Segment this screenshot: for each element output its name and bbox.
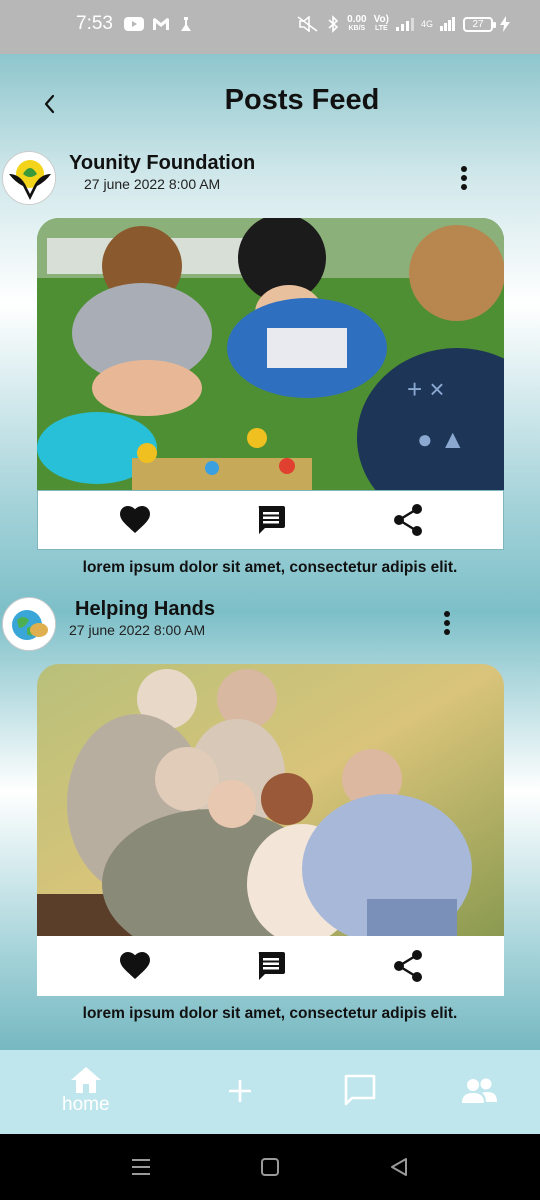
people-icon: [462, 1078, 497, 1103]
network-type: 4G: [420, 19, 433, 29]
gmail-icon: [153, 18, 169, 30]
chat-icon: [344, 1074, 376, 1106]
status-time: 7:53: [76, 13, 113, 34]
like-button[interactable]: [120, 506, 150, 534]
mute-icon: [297, 16, 318, 32]
post-actions-bar: [37, 490, 504, 550]
system-navigation-bar: [0, 1134, 540, 1200]
notification-app-icon: [181, 17, 191, 31]
post-image[interactable]: + × ● ▲: [37, 218, 504, 490]
back-system-button[interactable]: [389, 1157, 409, 1177]
youtube-icon: [124, 17, 144, 31]
more-vertical-icon: [444, 611, 450, 617]
speed-unit: KB/S: [348, 25, 366, 32]
heart-icon: [120, 506, 150, 533]
page-title: Posts Feed: [224, 84, 380, 116]
svg-text:+ ×: + ×: [407, 374, 445, 404]
app-bar: Posts Feed: [0, 54, 540, 150]
post-username[interactable]: Younity Foundation: [69, 152, 255, 175]
children-playing-image: + × ● ▲: [37, 218, 504, 490]
post-actions-bar: [37, 936, 504, 996]
bluetooth-icon: [328, 15, 339, 33]
more-dot: [461, 175, 467, 181]
status-bar: 7:53 0.00 KB/S Vo) LTE 4G 27: [0, 0, 540, 54]
avatar[interactable]: [2, 151, 56, 205]
elderly-group-image: [37, 664, 504, 936]
plus-icon: [229, 1080, 251, 1102]
like-button[interactable]: [120, 952, 150, 980]
post-header: Helping Hands 27 june 2022 8:00 AM: [0, 594, 540, 654]
more-options-button[interactable]: [438, 608, 456, 638]
menu-icon: [132, 1159, 150, 1175]
comment-button[interactable]: [256, 505, 286, 535]
nav-add[interactable]: [227, 1078, 253, 1104]
share-button[interactable]: [393, 504, 423, 536]
post-caption: lorem ipsum dolor sit amet, consectetur …: [82, 559, 458, 576]
network-speed: 0.00 KB/S: [347, 15, 366, 33]
nav-home-label: home: [62, 1094, 110, 1115]
bottom-navigation: home: [0, 1050, 540, 1134]
square-icon: [261, 1158, 279, 1176]
comment-icon: [258, 952, 285, 980]
post-header: Younity Foundation 27 june 2022 8:00 AM: [0, 148, 540, 208]
share-icon: [394, 950, 422, 982]
recent-apps-button[interactable]: [130, 1157, 152, 1177]
battery-level: 27: [472, 18, 484, 30]
more-dot: [461, 184, 467, 190]
volte-indicator: Vo) LTE: [374, 15, 389, 33]
post-image[interactable]: [37, 664, 504, 936]
nav-chat[interactable]: [343, 1074, 377, 1106]
post-date: 27 june 2022 8:00 AM: [69, 622, 206, 638]
avatar[interactable]: [2, 597, 56, 651]
home-system-button[interactable]: [260, 1157, 280, 1177]
charging-icon: [500, 16, 510, 32]
more-dot: [444, 629, 450, 635]
svg-text:● ▲: ● ▲: [417, 424, 466, 454]
share-button[interactable]: [393, 950, 423, 982]
share-icon: [394, 504, 422, 536]
triangle-back-icon: [391, 1158, 407, 1176]
comment-icon: [258, 506, 285, 534]
more-vertical-icon: [461, 166, 467, 172]
status-left-icons: [124, 16, 194, 32]
battery-icon: 27: [463, 16, 496, 32]
volte-bottom: LTE: [374, 25, 388, 32]
home-icon: [70, 1067, 101, 1093]
helping-hands-logo-icon: [3, 598, 55, 650]
nav-people[interactable]: [462, 1078, 498, 1104]
signal-4g-icon: [440, 17, 455, 31]
post-caption: lorem ipsum dolor sit amet, consectetur …: [82, 1005, 458, 1022]
more-dot: [444, 620, 450, 626]
post-date: 27 june 2022 8:00 AM: [84, 176, 221, 192]
status-right-icons: 0.00 KB/S Vo) LTE 4G 27: [297, 15, 510, 33]
comment-button[interactable]: [256, 951, 286, 981]
signal-icon: [395, 18, 414, 31]
nav-home[interactable]: home: [62, 1066, 110, 1116]
more-options-button[interactable]: [455, 163, 473, 193]
heart-icon: [120, 952, 150, 979]
younity-logo-icon: [3, 152, 55, 204]
posts-feed-screen: Posts Feed Younity Foundation 27 june 20…: [0, 54, 540, 1050]
post-username[interactable]: Helping Hands: [75, 598, 215, 621]
